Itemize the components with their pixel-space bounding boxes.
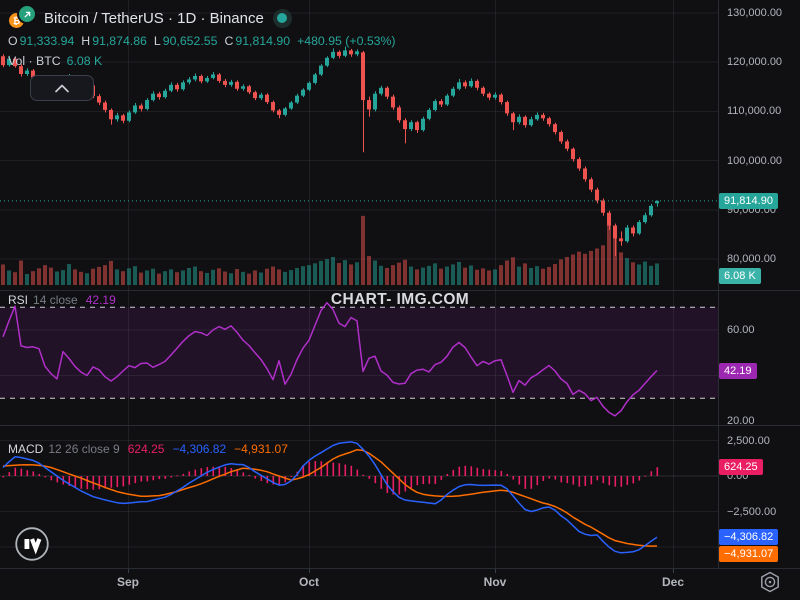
rsi-pane[interactable] xyxy=(0,290,718,425)
price-axis-label: 80,000.00 xyxy=(727,251,776,267)
rsi-axis-label: 60.00 xyxy=(727,322,755,338)
rsi-axis-label: 20.00 xyxy=(727,413,755,429)
rsi-value: 42.19 xyxy=(86,293,116,307)
rsi-title: RSI xyxy=(8,293,28,307)
month-label-nov: Nov xyxy=(471,575,519,589)
price-axis-label: 110,000.00 xyxy=(727,103,781,119)
rsi-params: 14 close xyxy=(33,293,78,307)
timezone-settings-icon[interactable] xyxy=(757,569,783,595)
volume-badge: 6.08 K xyxy=(719,268,761,284)
macd-axis-label: 2,500.00 xyxy=(727,433,770,449)
close-value: 91,814.90 xyxy=(235,34,290,48)
high-value: 91,874.86 xyxy=(92,34,147,48)
close-label: C xyxy=(224,34,233,48)
volume-label: Vol · BTC xyxy=(8,54,61,68)
symbol-logo: ₿ xyxy=(8,5,40,31)
symbol-title-row: ₿ Bitcoin / TetherUS · 1D · Binance xyxy=(8,6,403,30)
volume-row: Vol · BTC 6.08 K xyxy=(8,54,403,69)
open-label: O xyxy=(8,34,18,48)
price-axis-label: 120,000.00 xyxy=(727,54,782,70)
open-value: 91,333.94 xyxy=(20,34,75,48)
last-price-badge: 91,814.90 xyxy=(719,193,778,209)
low-value: 90,652.55 xyxy=(163,34,218,48)
symbol-title: Bitcoin / TetherUS · 1D · Binance xyxy=(44,10,264,27)
macd-axis-label: −2,500.00 xyxy=(727,504,776,520)
macd-params: 12 26 close 9 xyxy=(48,442,119,456)
collapse-legend-button[interactable] xyxy=(30,75,94,101)
high-label: H xyxy=(81,34,90,48)
chart-window: CHART- IMG.COM ₿ Bitcoin / TetherUS · 1D… xyxy=(0,0,800,600)
macd-line-value: −4,306.82 xyxy=(172,442,226,456)
macd-hist-badge: 624.25 xyxy=(719,459,763,475)
tradingview-logo[interactable] xyxy=(14,526,50,562)
month-label-dec: Dec xyxy=(649,575,697,589)
price-axis-label: 100,000.00 xyxy=(727,153,782,169)
price-axis-label: 130,000.00 xyxy=(727,5,782,21)
macd-hist-value: 624.25 xyxy=(128,442,165,456)
chevron-up-icon xyxy=(54,81,70,96)
rsi-badge: 42.19 xyxy=(719,363,757,379)
ohlc-row: O91,333.94 H91,874.86 L90,652.55 C91,814.90… xyxy=(8,34,403,49)
low-label: L xyxy=(154,34,161,48)
rsi-legend: RSI 14 close 42.19 xyxy=(8,293,116,307)
main-legend: ₿ Bitcoin / TetherUS · 1D · Binance O91,… xyxy=(8,6,403,69)
macd-signal-value: −4,931.07 xyxy=(234,442,288,456)
macd-legend: MACD 12 26 close 9 624.25 −4,306.82 −4,931.0… xyxy=(8,442,288,456)
month-label-oct: Oct xyxy=(285,575,333,589)
volume-value: 6.08 K xyxy=(67,54,103,68)
macd-line-badge: −4,306.82 xyxy=(719,529,778,545)
month-label-sep: Sep xyxy=(104,575,152,589)
macd-title: MACD xyxy=(8,442,43,456)
change-value: +480.95 (+0.53%) xyxy=(297,34,395,48)
macd-signal-badge: −4,931.07 xyxy=(719,546,778,562)
tether-arrow-icon xyxy=(19,6,35,22)
market-status-icon xyxy=(273,9,292,28)
